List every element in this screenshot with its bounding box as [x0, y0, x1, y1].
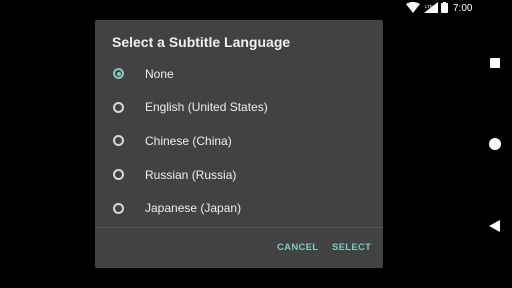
- battery-icon: [441, 2, 448, 16]
- wifi-icon: [406, 2, 420, 16]
- radio-unselected-icon[interactable]: [113, 101, 124, 113]
- radio-unselected-icon[interactable]: [113, 202, 124, 214]
- nav-overview-icon[interactable]: [490, 58, 500, 68]
- option-label: English (United States): [145, 100, 268, 115]
- status-bar: LTE 7:00: [0, 0, 512, 16]
- nav-home-icon[interactable]: [489, 138, 501, 150]
- option-russian-russia[interactable]: Russian (Russia): [95, 158, 383, 192]
- option-label: None: [145, 66, 174, 81]
- option-label: Japanese (Japan): [145, 201, 242, 216]
- nav-back-icon[interactable]: [489, 219, 500, 237]
- option-label: Russian (Russia): [145, 167, 237, 182]
- radio-unselected-icon[interactable]: [113, 135, 124, 147]
- option-english-united-states[interactable]: English (United States): [95, 91, 383, 125]
- option-japanese-japan[interactable]: Japanese (Japan): [95, 191, 383, 225]
- option-chinese-china[interactable]: Chinese (China): [95, 124, 383, 158]
- svg-text:LTE: LTE: [425, 4, 433, 9]
- subtitle-language-dialog: Select a Subtitle Language None English …: [95, 20, 383, 268]
- select-button[interactable]: SELECT: [332, 242, 371, 253]
- dialog-divider: [95, 227, 383, 228]
- status-time: 7:00: [453, 3, 473, 14]
- radio-unselected-icon[interactable]: [113, 169, 124, 181]
- option-label: Chinese (China): [145, 133, 232, 148]
- cancel-button[interactable]: CANCEL: [277, 242, 318, 253]
- language-options-list: None English (United States) Chinese (Ch…: [95, 57, 383, 225]
- option-none[interactable]: None: [95, 57, 383, 91]
- lte-signal-icon: LTE: [424, 2, 438, 16]
- dialog-title: Select a Subtitle Language: [112, 34, 291, 50]
- radio-selected-icon[interactable]: [113, 68, 124, 80]
